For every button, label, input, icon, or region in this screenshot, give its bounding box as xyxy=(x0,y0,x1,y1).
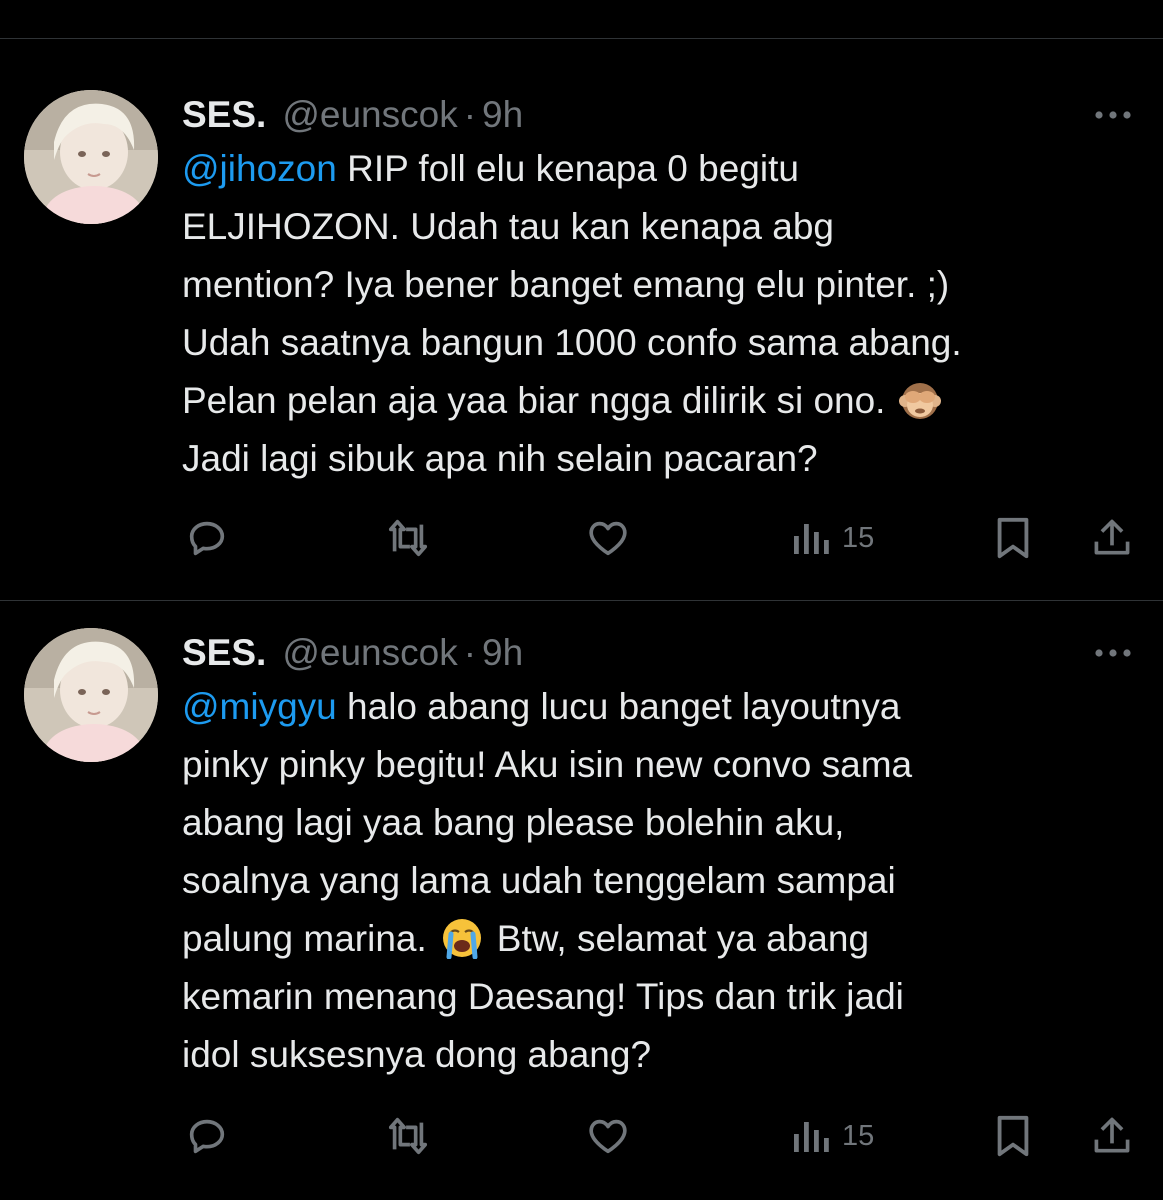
tweet-text-line: pinky pinky begitu! Aku isin new convo s… xyxy=(182,744,913,785)
timestamp[interactable]: 9h xyxy=(482,94,523,136)
retweet-icon xyxy=(388,519,428,557)
like-button[interactable] xyxy=(584,508,632,568)
tweet-text-line: RIP foll elu kenapa 0 begitu xyxy=(347,148,799,189)
tweet-text-line: kemarin menang Daesang! Tips dan trik ja… xyxy=(182,976,904,1017)
tweet-header: SES. @eunscok · 9h xyxy=(182,90,523,140)
views-icon xyxy=(794,524,829,554)
crying-face-emoji xyxy=(441,917,483,960)
share-icon xyxy=(1094,1117,1130,1153)
views-button[interactable]: 15 xyxy=(790,1106,874,1166)
bookmark-button[interactable] xyxy=(992,508,1034,568)
more-icon xyxy=(1095,111,1131,119)
tweet-text-line: Btw, selamat ya abang xyxy=(496,918,870,959)
top-divider xyxy=(0,38,1163,39)
bookmark-icon xyxy=(997,517,1029,559)
more-options-button[interactable] xyxy=(1091,638,1135,668)
views-count: 15 xyxy=(842,1119,875,1152)
tweet-text-line: palung marina. xyxy=(182,918,427,959)
views-icon xyxy=(794,1122,829,1152)
tweet-header: SES. @eunscok · 9h xyxy=(182,628,523,678)
tweet-text-line: Udah saatnya bangun 1000 confo sama aban… xyxy=(182,322,962,363)
more-icon xyxy=(1095,649,1131,657)
tweet-text-line: mention? Iya bener banget emang elu pint… xyxy=(182,264,950,305)
author-name[interactable]: SES. xyxy=(182,94,266,136)
tweet-text-line: idol suksesnya dong abang? xyxy=(182,1034,652,1075)
timestamp[interactable]: 9h xyxy=(482,632,523,674)
retweet-button[interactable] xyxy=(383,508,433,568)
see-no-evil-monkey-emoji xyxy=(899,379,942,421)
share-button[interactable] xyxy=(1090,508,1134,568)
mention-link[interactable]: @miygyu xyxy=(182,686,337,727)
separator-dot: · xyxy=(463,632,477,673)
tweet-text-line: ELJIHOZON. Udah tau kan kenapa abg xyxy=(182,206,834,247)
tweet-actions: 15 xyxy=(0,1106,1163,1166)
share-icon xyxy=(1094,519,1130,555)
separator-dot: · xyxy=(463,94,477,135)
mention-link[interactable]: @jihozon xyxy=(182,148,337,189)
reply-button[interactable] xyxy=(184,1106,230,1166)
tweet-1[interactable]: SES. @eunscok · 9h @jihozon RIP foll elu… xyxy=(0,90,1163,600)
reply-button[interactable] xyxy=(184,508,230,568)
like-button[interactable] xyxy=(584,1106,632,1166)
tweet-text-line: abang lagi yaa bang please bolehin aku, xyxy=(182,802,845,843)
bookmark-icon xyxy=(997,1115,1029,1157)
avatar[interactable] xyxy=(24,628,158,762)
tweet-text-line: Pelan pelan aja yaa biar ngga dilirik si… xyxy=(182,380,886,421)
reply-icon xyxy=(189,1119,225,1154)
retweet-button[interactable] xyxy=(383,1106,433,1166)
tweet-text-line: Jadi lagi sibuk apa nih selain pacaran? xyxy=(182,438,818,479)
avatar[interactable] xyxy=(24,90,158,224)
author-name[interactable]: SES. xyxy=(182,632,266,674)
tweet-text: @jihozon RIP foll elu kenapa 0 begitu EL… xyxy=(182,140,1142,488)
heart-icon xyxy=(589,1119,627,1154)
tweet-text: @miygyu halo abang lucu banget layoutnya… xyxy=(182,678,1142,1084)
tweet-text-line: soalnya yang lama udah tenggelam sampai xyxy=(182,860,896,901)
tweet-2[interactable]: SES. @eunscok · 9h @miygyu halo abang lu… xyxy=(0,628,1163,1200)
tweet-actions: 15 xyxy=(0,508,1163,568)
author-handle[interactable]: @eunscok xyxy=(282,632,457,674)
more-options-button[interactable] xyxy=(1091,100,1135,130)
tweet-text-line: halo abang lucu banget layoutnya xyxy=(347,686,901,727)
tweet-divider xyxy=(0,600,1163,601)
reply-icon xyxy=(189,521,225,556)
author-handle[interactable]: @eunscok xyxy=(282,94,457,136)
heart-icon xyxy=(589,521,627,556)
retweet-icon xyxy=(388,1117,428,1155)
bookmark-button[interactable] xyxy=(992,1106,1034,1166)
views-button[interactable]: 15 xyxy=(790,508,874,568)
share-button[interactable] xyxy=(1090,1106,1134,1166)
views-count: 15 xyxy=(842,521,875,554)
